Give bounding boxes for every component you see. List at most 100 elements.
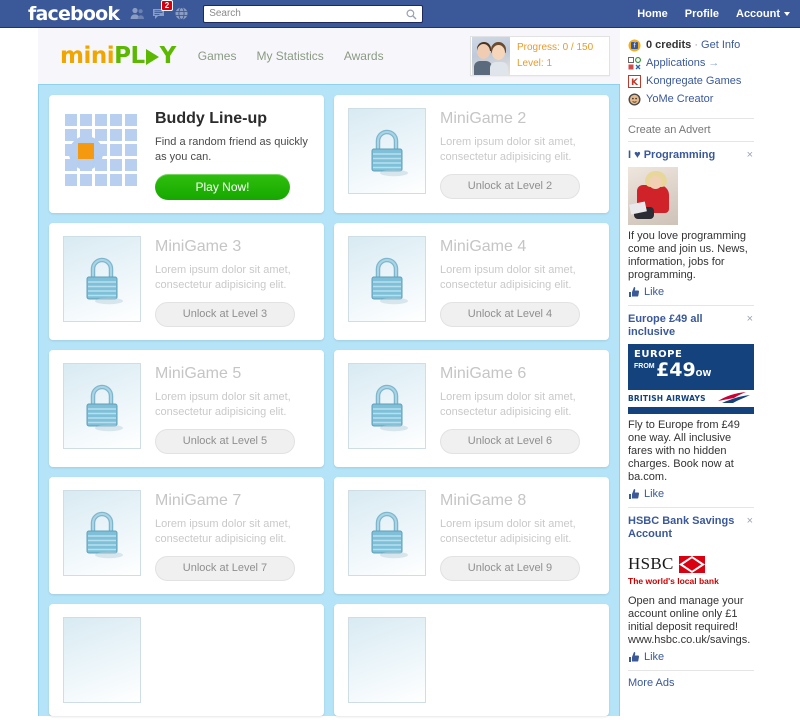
friend-requests-icon[interactable] xyxy=(130,6,145,21)
like-label: Like xyxy=(644,286,665,298)
app-nav-awards[interactable]: Awards xyxy=(344,49,384,63)
game-title: MiniGame 5 xyxy=(155,365,242,382)
game-thumbnail xyxy=(63,108,141,194)
ad-text: If you love programming come and join us… xyxy=(628,230,748,281)
notifications-globe-icon[interactable] xyxy=(174,6,189,21)
game-row: MiniGame 7 Lorem ipsum dolor sit amet, c… xyxy=(49,477,609,594)
facebook-logo[interactable]: facebook xyxy=(28,3,120,25)
app-nav-my-statistics[interactable]: My Statistics xyxy=(256,49,323,63)
game-card-minigame-3[interactable]: MiniGame 3 Lorem ipsum dolor sit amet, c… xyxy=(49,223,324,340)
thumbs-up-icon xyxy=(629,489,640,499)
yome-icon xyxy=(628,93,641,106)
locked-thumbnail xyxy=(348,617,426,703)
credits-text: 0 credits · Get Info xyxy=(646,39,740,51)
padlock-icon xyxy=(371,129,408,177)
like-button[interactable]: Like xyxy=(628,651,754,663)
unlock-button[interactable]: Unlock at Level 7 xyxy=(155,556,295,581)
progress-box: Progress: 0 / 150 Level: 1 xyxy=(470,36,610,76)
applications-text: Applications → xyxy=(646,57,719,69)
credits-icon: f xyxy=(628,39,641,52)
like-button[interactable]: Like xyxy=(628,286,754,298)
create-advert-link[interactable]: Create an Advert xyxy=(628,124,754,141)
like-button[interactable]: Like xyxy=(628,488,754,500)
game-card-minigame-4[interactable]: MiniGame 4 Lorem ipsum dolor sit amet, c… xyxy=(334,223,609,340)
padlock-icon xyxy=(371,384,408,432)
ba-price: £49OW xyxy=(656,360,748,384)
applications-label: Applications xyxy=(646,57,706,69)
ba-swoosh-icon xyxy=(718,392,750,403)
logo-y: Y xyxy=(159,43,177,69)
like-label: Like xyxy=(644,488,665,500)
game-description: Lorem ipsum dolor sit amet, consectetur … xyxy=(440,518,576,545)
app-nav-games[interactable]: Games xyxy=(198,49,237,63)
unlock-button[interactable]: Unlock at Level 6 xyxy=(440,429,580,454)
hsbc-wordmark: HSBC xyxy=(628,554,674,573)
close-icon[interactable]: × xyxy=(747,515,753,527)
nav-account[interactable]: Account xyxy=(736,8,790,20)
search-box[interactable] xyxy=(203,4,424,23)
sidebar-item-kongregate-games[interactable]: K Kongregate Games xyxy=(628,72,754,90)
unlock-button[interactable]: Unlock at Level 9 xyxy=(440,556,580,581)
nav-profile[interactable]: Profile xyxy=(685,8,719,20)
game-card-minigame-5[interactable]: MiniGame 5 Lorem ipsum dolor sit amet, c… xyxy=(49,350,324,467)
game-row-partial xyxy=(49,604,609,716)
arrow-right-icon: → xyxy=(708,57,720,69)
game-card-minigame-7[interactable]: MiniGame 7 Lorem ipsum dolor sit amet, c… xyxy=(49,477,324,594)
applications-icon xyxy=(628,56,641,70)
close-icon[interactable]: × xyxy=(747,313,753,325)
sidebar-item-applications[interactable]: Applications → xyxy=(628,54,754,72)
game-card-minigame-8[interactable]: MiniGame 8 Lorem ipsum dolor sit amet, c… xyxy=(334,477,609,594)
miniplay-logo[interactable]: mini PL Y xyxy=(60,43,176,69)
more-ads-link[interactable]: More Ads xyxy=(628,670,754,689)
ad-image[interactable]: HSBC The world's local bank xyxy=(628,546,754,590)
play-triangle-icon xyxy=(145,49,159,65)
right-sidebar: f 0 credits · Get Info Applications → K … xyxy=(628,36,754,689)
buddy-grid-icon xyxy=(65,114,139,188)
messages-icon[interactable]: 2 xyxy=(152,0,174,21)
sidebar-item-credits[interactable]: f 0 credits · Get Info xyxy=(628,36,754,54)
game-title: MiniGame 8 xyxy=(440,492,527,509)
get-info-link[interactable]: Get Info xyxy=(701,39,740,51)
unlock-button[interactable]: Unlock at Level 5 xyxy=(155,429,295,454)
ad-title[interactable]: HSBC Bank Savings Account xyxy=(628,515,754,541)
progress-text: Progress: 0 / 150 Level: 1 xyxy=(517,40,593,72)
padlock-icon xyxy=(86,511,123,559)
locked-thumbnail xyxy=(348,236,426,322)
close-icon[interactable]: × xyxy=(747,149,753,161)
game-title: MiniGame 2 xyxy=(440,110,527,127)
unlock-button[interactable]: Unlock at Level 3 xyxy=(155,302,295,327)
facebook-notification-icons: 2 xyxy=(130,0,189,21)
sidebar-item-yome-creator[interactable]: YoMe Creator xyxy=(628,90,754,108)
game-card-partial-right[interactable] xyxy=(334,604,609,716)
search-input[interactable] xyxy=(209,5,406,22)
game-description: Lorem ipsum dolor sit amet, consectetur … xyxy=(440,264,576,291)
ads-section: Create an Advert × I ♥ Programming If yo… xyxy=(628,118,754,689)
credits-separator: · xyxy=(694,39,698,51)
unlock-button[interactable]: Unlock at Level 4 xyxy=(440,302,580,327)
yome-label: YoMe Creator xyxy=(646,93,714,105)
locked-thumbnail xyxy=(348,490,426,576)
game-description: Lorem ipsum dolor sit amet, consectetur … xyxy=(440,136,576,163)
ad-image[interactable] xyxy=(628,167,754,225)
facebook-top-bar: facebook 2 Home Profile Account xyxy=(0,0,800,28)
game-card-partial-left[interactable] xyxy=(49,604,324,716)
game-card-minigame-6[interactable]: MiniGame 6 Lorem ipsum dolor sit amet, c… xyxy=(334,350,609,467)
play-now-button[interactable]: Play Now! xyxy=(155,174,290,200)
ad-image[interactable]: EUROPE FROM £49OW BRITISH AIRWAYS xyxy=(628,344,754,414)
game-card-buddy-line-up[interactable]: Buddy Line-up Find a random friend as qu… xyxy=(49,95,324,213)
thumbs-up-icon xyxy=(629,652,640,662)
ad-title[interactable]: I ♥ Programming xyxy=(628,149,754,162)
ad-title[interactable]: Europe £49 all inclusive xyxy=(628,313,754,339)
game-body: MiniGame 8 Lorem ipsum dolor sit amet, c… xyxy=(440,490,595,581)
game-description: Lorem ipsum dolor sit amet, consectetur … xyxy=(155,264,291,291)
game-card-minigame-2[interactable]: MiniGame 2 Lorem ipsum dolor sit amet, c… xyxy=(334,95,609,213)
ba-price-value: £49 xyxy=(656,359,696,381)
game-thumbnail xyxy=(348,363,426,449)
padlock-icon xyxy=(86,384,123,432)
search-icon xyxy=(406,9,417,23)
kongregate-label: Kongregate Games xyxy=(646,75,742,87)
nav-home[interactable]: Home xyxy=(637,8,668,20)
unlock-button[interactable]: Unlock at Level 2 xyxy=(440,174,580,199)
game-title: MiniGame 3 xyxy=(155,238,242,255)
game-thumbnail xyxy=(348,108,426,194)
